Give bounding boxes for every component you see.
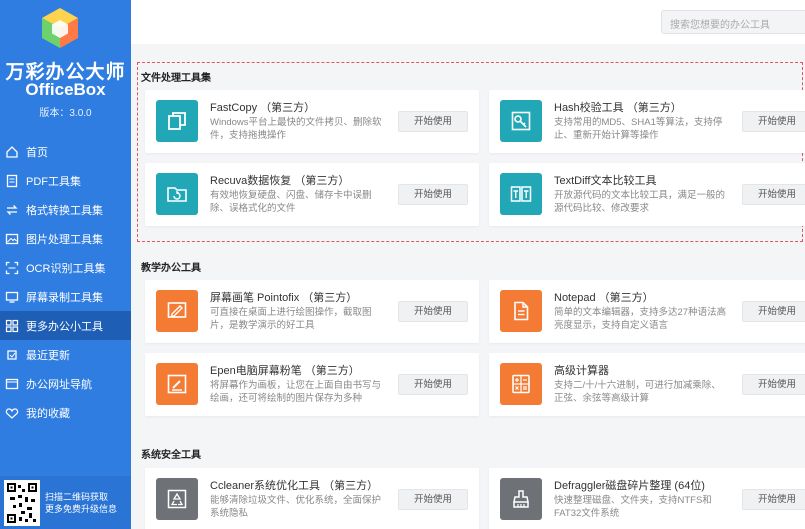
sidebar: 万彩办公大师 OfficeBox 版本：3.0.0 首页 PDF工具集 格式转换…: [0, 0, 131, 529]
sidebar-item-label: 办公网址导航: [26, 378, 92, 391]
sidebar-item-image[interactable]: 图片处理工具集: [0, 224, 131, 253]
tool-name: Notepad （第三方）: [554, 292, 654, 304]
tool-description: 简单的文本编辑器，支持多达27种语法高亮度显示，支持自定义语言: [554, 307, 727, 331]
sidebar-item-label: PDF工具集: [26, 175, 81, 188]
pdf-icon: [5, 174, 19, 188]
search-input[interactable]: 搜索您想要的办公工具: [661, 10, 805, 34]
tool-name: Defraggler磁盘碎片整理 (64位): [554, 480, 705, 492]
sidebar-item-label: 首页: [26, 146, 48, 159]
screen-record-icon: [5, 290, 19, 304]
recent-icon: [5, 348, 19, 362]
sidebar-item-label: 最近更新: [26, 349, 70, 362]
sidebar-item-label: OCR识别工具集: [26, 262, 106, 275]
sidebar-item-home[interactable]: 首页: [0, 137, 131, 166]
top-bar: 搜索您想要的办公工具: [131, 0, 805, 44]
officebox-logo-icon: [42, 8, 78, 48]
sidebar-item-label: 更多办公小工具: [26, 320, 103, 333]
tool-description: 有效地恢复硬盘、闪盘、储存卡中误删除、误格式化的文件: [210, 190, 372, 214]
sidebar-item-label: 格式转换工具集: [26, 204, 103, 217]
tool-name: Epen电脑屏幕粉笔 （第三方）: [210, 365, 360, 377]
tool-name: FastCopy （第三方）: [210, 102, 316, 114]
section-title-file-tools: 文件处理工具集: [141, 73, 211, 84]
start-button[interactable]: 开始使用: [742, 301, 805, 322]
start-button[interactable]: 开始使用: [742, 111, 805, 132]
app-name-en: OfficeBox: [25, 80, 106, 99]
section-title-teaching-tools: 教学办公工具: [141, 263, 201, 274]
home-icon: [5, 145, 19, 159]
tool-description: 支持常用的MD5、SHA1等算法，支持停止、重新开始计算等操作: [554, 117, 723, 141]
sidebar-item-label: 我的收藏: [26, 407, 70, 420]
start-button[interactable]: 开始使用: [742, 374, 805, 395]
screen-pen-icon: [156, 290, 198, 332]
sidebar-item-recent[interactable]: 最近更新: [0, 340, 131, 369]
tool-name: 高级计算器: [554, 365, 609, 377]
tool-card[interactable]: 屏幕画笔 Pointofix （第三方） 可直接在桌面上进行绘图操作，截取图片，…: [145, 280, 479, 343]
sidebar-item-favorites[interactable]: 我的收藏: [0, 398, 131, 427]
tool-description: Windows平台上最快的文件拷贝、删除软件，支持拖拽操作: [210, 117, 382, 141]
start-button[interactable]: 开始使用: [398, 374, 468, 395]
tool-card[interactable]: 高级计算器 支持二/十/十六进制，可进行加减乘除、正弦、余弦等高级计算 开始使用: [489, 353, 805, 416]
tool-description: 可直接在桌面上进行绘图操作，截取图片，是教学演示的好工具: [210, 307, 372, 331]
image-icon: [5, 232, 19, 246]
sidebar-item-label: 屏幕录制工具集: [26, 291, 103, 304]
sidebar-nav: 首页 PDF工具集 格式转换工具集 图片处理工具集 OCR识别工具集 屏幕录制工…: [0, 137, 131, 427]
start-button[interactable]: 开始使用: [398, 111, 468, 132]
start-button[interactable]: 开始使用: [742, 184, 805, 205]
calculator-icon: [500, 363, 542, 405]
tool-name: 屏幕画笔 Pointofix （第三方）: [210, 292, 358, 304]
sidebar-item-screen-record[interactable]: 屏幕录制工具集: [0, 282, 131, 311]
start-button[interactable]: 开始使用: [398, 489, 468, 510]
tool-description: 能够清除垃圾文件、优化系统，全面保护系统隐私: [210, 495, 382, 519]
tool-card[interactable]: Recuva数据恢复 （第三方） 有效地恢复硬盘、闪盘、储存卡中误删除、误格式化…: [145, 163, 479, 226]
sidebar-item-pdf[interactable]: PDF工具集: [0, 166, 131, 195]
recycle-icon: [156, 478, 198, 520]
tool-card[interactable]: Defraggler磁盘碎片整理 (64位) 快速整理磁盘、文件夹，支持NTFS…: [489, 468, 805, 529]
tool-name: TextDiff文本比较工具: [554, 175, 657, 187]
more-tools-icon: [5, 319, 19, 333]
tool-card[interactable]: Notepad （第三方） 简单的文本编辑器，支持多达27种语法高亮度显示，支持…: [489, 280, 805, 343]
tool-name: Ccleaner系统优化工具 （第三方）: [210, 480, 379, 492]
sidebar-item-ocr[interactable]: OCR识别工具集: [0, 253, 131, 282]
notepad-icon: [500, 290, 542, 332]
chalk-icon: [156, 363, 198, 405]
tool-description: 将屏幕作为画板，让您在上面自由书写与绘画，还可将绘制的图片保存为多种: [210, 380, 382, 404]
start-button[interactable]: 开始使用: [398, 301, 468, 322]
tool-description: 快速整理磁盘、文件夹，支持NTFS和FAT32文件系统: [554, 495, 712, 519]
tool-card[interactable]: Hash校验工具 （第三方） 支持常用的MD5、SHA1等算法，支持停止、重新开…: [489, 90, 805, 153]
folder-recover-icon: [156, 173, 198, 215]
copy-icon: [156, 100, 198, 142]
app-version: 版本：3.0.0: [39, 108, 92, 119]
tool-card[interactable]: FastCopy （第三方） Windows平台上最快的文件拷贝、删除软件，支持…: [145, 90, 479, 153]
defrag-icon: [500, 478, 542, 520]
qr-caption: 扫描二维码获取 更多免费升级信息: [45, 491, 118, 514]
sidebar-item-links[interactable]: 办公网址导航: [0, 369, 131, 398]
key-icon: [500, 100, 542, 142]
tool-card[interactable]: Epen电脑屏幕粉笔 （第三方） 将屏幕作为画板，让您在上面自由书写与绘画，还可…: [145, 353, 479, 416]
tool-card[interactable]: TextDiff文本比较工具 开放源代码的文本比较工具，满足一般的源代码比较、修…: [489, 163, 805, 226]
tool-description: 开放源代码的文本比较工具，满足一般的源代码比较、修改要求: [554, 190, 726, 214]
tool-name: Recuva数据恢复 （第三方）: [210, 175, 350, 187]
section-title-security-tools: 系统安全工具: [141, 450, 201, 461]
qr-promo: 扫描二维码获取 更多免费升级信息: [0, 476, 131, 529]
text-compare-icon: [500, 173, 542, 215]
convert-icon: [5, 203, 19, 217]
sidebar-item-more-tools[interactable]: 更多办公小工具: [0, 311, 131, 340]
favorite-icon: [5, 406, 19, 420]
sidebar-item-label: 图片处理工具集: [26, 233, 103, 246]
tool-name: Hash校验工具 （第三方）: [554, 102, 682, 114]
start-button[interactable]: 开始使用: [742, 489, 805, 510]
tool-description: 支持二/十/十六进制，可进行加减乘除、正弦、余弦等高级计算: [554, 380, 721, 404]
tool-card[interactable]: Ccleaner系统优化工具 （第三方） 能够清除垃圾文件、优化系统，全面保护系…: [145, 468, 479, 529]
start-button[interactable]: 开始使用: [398, 184, 468, 205]
ocr-icon: [5, 261, 19, 275]
sidebar-item-convert[interactable]: 格式转换工具集: [0, 195, 131, 224]
link-icon: [5, 377, 19, 391]
main-content: 搜索您想要的办公工具 文件处理工具集 FastCopy （第三方） Window…: [131, 0, 805, 529]
qr-code-icon: [4, 479, 40, 526]
